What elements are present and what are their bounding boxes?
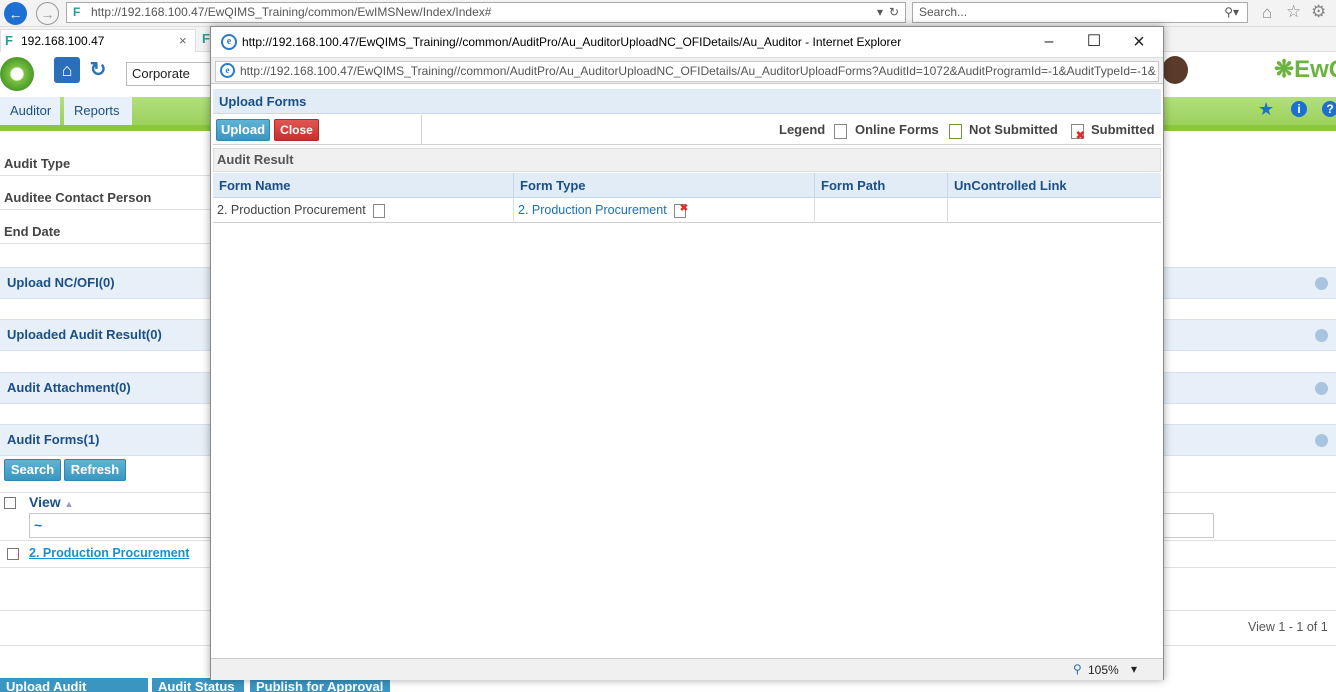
zoom-icon: ⚲ bbox=[1073, 662, 1082, 676]
second-tab-favicon-icon[interactable]: F bbox=[202, 31, 210, 46]
menu-auditor[interactable]: Auditor bbox=[0, 97, 60, 125]
dropdown-chevron-icon[interactable]: ▾ bbox=[877, 3, 883, 22]
popup-title-bar: e http://192.168.100.47/EwQIMS_Training/… bbox=[211, 27, 1163, 57]
search-icon[interactable]: ⚲▾ bbox=[1224, 3, 1239, 22]
select-all-checkbox[interactable] bbox=[4, 497, 16, 509]
user-avatar[interactable] bbox=[1162, 56, 1188, 84]
legend-online-forms: Online Forms bbox=[855, 122, 939, 137]
pager-info: View 1 - 1 of 1 bbox=[1248, 620, 1328, 634]
form-name-cell: 2. Production Procurement bbox=[213, 198, 514, 223]
not-submitted-icon bbox=[949, 124, 962, 139]
close-tab-icon[interactable]: × bbox=[179, 33, 187, 48]
upload-forms-popup: e http://192.168.100.47/EwQIMS_Training/… bbox=[210, 26, 1164, 680]
location-select[interactable]: Corporate bbox=[126, 62, 216, 86]
tab-upload-audit-records[interactable]: Upload Audit Records bbox=[0, 678, 148, 692]
view-column-header[interactable]: View ▲ bbox=[29, 494, 73, 510]
popup-title-text: http://192.168.100.47/EwQIMS_Training//c… bbox=[242, 35, 902, 49]
upload-forms-header: Upload Forms bbox=[213, 89, 1161, 114]
toolbar-separator bbox=[421, 115, 422, 145]
ie-icon: e bbox=[220, 63, 235, 78]
tab-audit-status[interactable]: Audit Status bbox=[152, 678, 244, 692]
legend-not-submitted: Not Submitted bbox=[969, 122, 1058, 137]
audit-result-header: Audit Result bbox=[213, 148, 1161, 172]
favorites-star-icon[interactable]: ☆ bbox=[1286, 2, 1301, 22]
settings-gear-icon[interactable]: ⚙ bbox=[1311, 2, 1326, 22]
form-name-text: 2. Production Procurement bbox=[217, 203, 366, 217]
tab-favicon-icon: F bbox=[5, 33, 13, 48]
sort-icon[interactable]: ▲ bbox=[65, 499, 74, 509]
view-header-label: View bbox=[29, 494, 61, 510]
zoom-dropdown-icon[interactable]: ▾ bbox=[1131, 662, 1137, 676]
popup-address-bar: e http://192.168.100.47/EwQIMS_Training/… bbox=[211, 57, 1163, 84]
browser-tab[interactable]: F 192.168.100.47 × bbox=[0, 29, 196, 52]
close-window-icon[interactable]: × bbox=[1116, 27, 1162, 57]
field-auditee-contact: Auditee Contact Person bbox=[0, 176, 212, 210]
col-form-name[interactable]: Form Name bbox=[213, 173, 514, 198]
collapse-icon[interactable] bbox=[1315, 329, 1328, 342]
col-form-path[interactable]: Form Path bbox=[815, 173, 948, 198]
row-checkbox[interactable] bbox=[7, 548, 19, 560]
help-icon[interactable]: ? bbox=[1322, 101, 1336, 117]
company-logo-icon bbox=[0, 57, 34, 91]
col-uncontrolled-link[interactable]: UnControlled Link bbox=[948, 173, 1161, 198]
collapse-icon[interactable] bbox=[1315, 382, 1328, 395]
form-path-cell bbox=[815, 198, 948, 223]
browser-address-bar: ← → F http://192.168.100.47/EwQIMS_Train… bbox=[0, 0, 1336, 27]
forward-arrow-icon[interactable]: → bbox=[36, 2, 59, 25]
sync-icon[interactable]: ↻ bbox=[86, 57, 110, 83]
popup-status-bar: ⚲ 105% ▾ bbox=[211, 658, 1163, 680]
popup-url-field[interactable]: e http://192.168.100.47/EwQIMS_Training/… bbox=[215, 61, 1159, 82]
online-form-icon[interactable] bbox=[373, 203, 386, 218]
filter-input-extension[interactable] bbox=[1164, 513, 1214, 538]
brand-star-icon: ❋ bbox=[1274, 56, 1295, 83]
production-procurement-link[interactable]: 2. Production Procurement bbox=[29, 546, 189, 560]
field-audit-type: Audit Type bbox=[0, 142, 212, 176]
section-uploaded-result-title: Uploaded Audit Result(0) bbox=[7, 327, 162, 342]
submitted-icon: ✖ bbox=[1071, 124, 1085, 142]
home-button-icon[interactable]: ⌂ bbox=[54, 57, 80, 83]
info-icon[interactable]: i bbox=[1291, 101, 1307, 117]
tab-publish-for-approval[interactable]: Publish for Approval bbox=[250, 678, 390, 692]
browser-search-input[interactable]: Search... ⚲▾ bbox=[912, 2, 1248, 23]
submitted-icon[interactable]: ✖ bbox=[674, 203, 688, 218]
form-type-cell: 2. Production Procurement ✖ bbox=[514, 198, 815, 223]
table-row: 2. Production Procurement 2. Production … bbox=[213, 198, 1161, 223]
search-button[interactable]: Search bbox=[4, 459, 61, 481]
popup-toolbar: Upload Close Legend Online Forms Not Sub… bbox=[213, 115, 1161, 145]
site-favicon-icon: F bbox=[73, 5, 81, 19]
section-upload-nc-title: Upload NC/OFI(0) bbox=[7, 275, 115, 290]
form-type-link[interactable]: 2. Production Procurement bbox=[518, 203, 667, 217]
popup-url-text: http://192.168.100.47/EwQIMS_Training//c… bbox=[240, 64, 1156, 78]
legend-submitted: Submitted bbox=[1091, 122, 1155, 137]
field-end-date: End Date bbox=[0, 210, 212, 244]
minimize-icon[interactable]: – bbox=[1026, 27, 1072, 57]
back-arrow-icon[interactable]: ← bbox=[4, 2, 27, 25]
brand-logo: ❋EwQ bbox=[1274, 55, 1336, 84]
zoom-level[interactable]: 105% bbox=[1088, 663, 1119, 677]
col-form-type[interactable]: Form Type bbox=[514, 173, 815, 198]
section-audit-forms-title: Audit Forms(1) bbox=[7, 432, 100, 447]
legend-label: Legend bbox=[779, 122, 826, 137]
collapse-icon[interactable] bbox=[1315, 277, 1328, 290]
pin-icon[interactable]: ★ bbox=[1258, 99, 1274, 120]
refresh-icon[interactable]: ↻ bbox=[889, 3, 899, 22]
menu-reports[interactable]: Reports bbox=[64, 97, 132, 125]
uncontrolled-link-cell bbox=[948, 198, 1161, 223]
url-input[interactable]: F http://192.168.100.47/EwQIMS_Training/… bbox=[66, 2, 906, 23]
ie-icon: e bbox=[221, 34, 237, 50]
search-placeholder: Search... bbox=[919, 5, 968, 19]
maximize-icon[interactable]: ☐ bbox=[1071, 27, 1117, 57]
view-filter-input[interactable]: ~ bbox=[29, 513, 212, 538]
upload-button[interactable]: Upload bbox=[216, 119, 270, 141]
refresh-button[interactable]: Refresh bbox=[64, 459, 126, 481]
collapse-icon[interactable] bbox=[1315, 434, 1328, 447]
url-text: http://192.168.100.47/EwQIMS_Training/co… bbox=[91, 5, 492, 19]
tab-title: 192.168.100.47 bbox=[21, 34, 105, 48]
online-form-icon bbox=[834, 124, 847, 139]
forms-table-header: Form Name Form Type Form Path UnControll… bbox=[213, 173, 1161, 198]
section-attachment-title: Audit Attachment(0) bbox=[7, 380, 131, 395]
brand-text: EwQ bbox=[1294, 56, 1336, 83]
close-button[interactable]: Close bbox=[274, 119, 319, 141]
home-icon[interactable]: ⌂ bbox=[1262, 3, 1272, 23]
